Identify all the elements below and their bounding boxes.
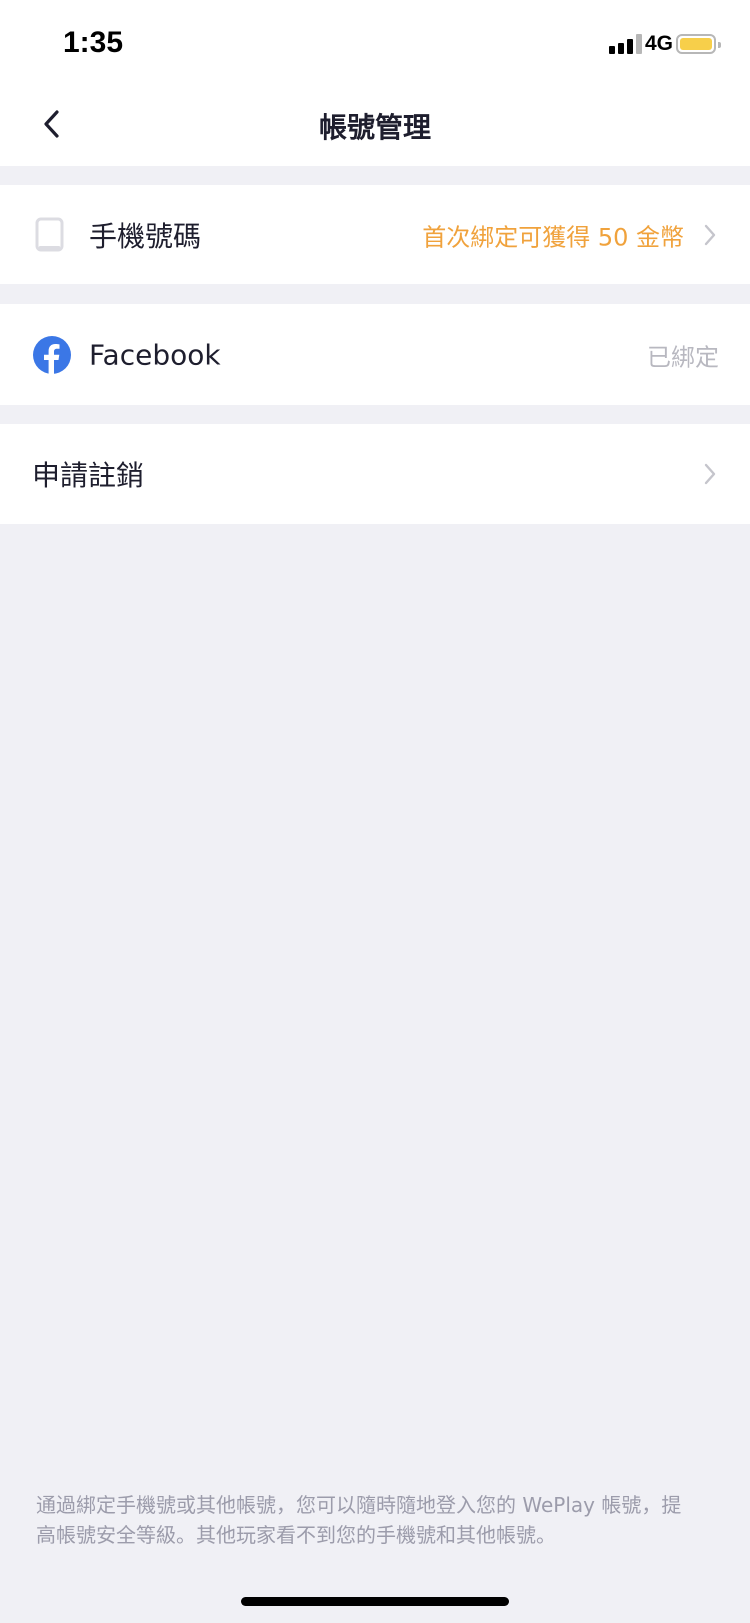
battery-icon <box>676 34 721 54</box>
facebook-label: Facebook <box>89 338 221 371</box>
chevron-right-icon <box>704 463 716 485</box>
signal-icon <box>609 34 643 54</box>
facebook-bound-status: 已綁定 <box>647 343 719 371</box>
footer-note: 通過綁定手機號或其他帳號，您可以隨時隨地登入您的 WePlay 帳號，提高帳號安… <box>36 1493 682 1547</box>
chevron-right-icon <box>704 224 716 245</box>
home-indicator[interactable] <box>241 1597 509 1606</box>
phone-number-label: 手機號碼 <box>89 219 202 253</box>
phone-icon <box>35 217 64 251</box>
status-bar: 1:35 4G <box>0 0 750 88</box>
nav-bar: 帳號管理 <box>0 88 750 166</box>
delete-account-row[interactable]: 申請註銷 <box>0 424 750 524</box>
phone-number-row[interactable]: 手機號碼 首次綁定可獲得 50 金幣 <box>0 185 750 284</box>
status-time: 1:35 <box>63 26 124 59</box>
facebook-icon <box>33 335 71 374</box>
delete-account-label: 申請註銷 <box>32 459 145 492</box>
page-title: 帳號管理 <box>318 111 431 144</box>
network-type: 4G <box>645 32 674 55</box>
phone-bind-reward-text: 首次綁定可獲得 50 金幣 <box>422 223 684 251</box>
facebook-row[interactable]: Facebook 已綁定 <box>0 304 750 405</box>
